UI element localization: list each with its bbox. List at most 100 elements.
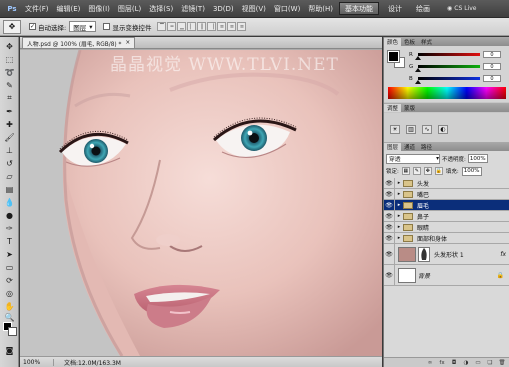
tab-channels[interactable]: 通道 — [401, 143, 418, 151]
tab-masks[interactable]: 蒙版 — [401, 104, 418, 112]
layer-row-hair-shape[interactable]: 👁 头发形状 1 fx — [384, 244, 509, 265]
menu-file[interactable]: 文件(F) — [21, 4, 53, 14]
type-tool-icon[interactable]: T — [3, 236, 16, 246]
quick-select-tool-icon[interactable]: ✎ — [3, 80, 16, 90]
eye-icon[interactable]: 👁 — [384, 178, 395, 188]
tab-color[interactable]: 颜色 — [384, 38, 402, 46]
status-zoom[interactable]: 100% — [20, 358, 54, 366]
slider-blue-value[interactable]: 0 — [483, 75, 501, 82]
slider-blue-thumb[interactable] — [415, 80, 421, 84]
move-tool-icon[interactable]: ✥ — [3, 41, 16, 51]
slider-green-thumb[interactable] — [415, 68, 421, 72]
tab-paths[interactable]: 路径 — [418, 143, 435, 151]
align-right-icon[interactable]: ▕ — [207, 22, 217, 31]
brightness-icon[interactable]: ☀ — [390, 125, 400, 134]
opacity-input[interactable]: 100% — [467, 154, 488, 163]
path-selection-tool-icon[interactable]: ➤ — [3, 249, 16, 259]
cs-live-button[interactable]: ◉ CS Live — [443, 3, 480, 15]
gradient-tool-icon[interactable]: ▤ — [3, 184, 16, 194]
menu-edit[interactable]: 编辑(E) — [53, 4, 85, 14]
distribute-middle-icon[interactable]: ≡ — [227, 22, 237, 31]
distribute-bottom-icon[interactable]: ≡ — [237, 22, 247, 31]
workspace-painting-button[interactable]: 绘画 — [411, 2, 435, 15]
quick-mask-icon[interactable]: ◙ — [3, 345, 16, 355]
show-transform-checkbox[interactable] — [103, 23, 111, 30]
auto-select-target-select[interactable]: 图层 ▾ — [69, 21, 97, 32]
eyedropper-tool-icon[interactable]: ✒ — [3, 106, 16, 116]
layer-row-eyes-group[interactable]: 👁 ▸ 眼睛 — [384, 222, 509, 233]
align-middle-icon[interactable]: ═ — [167, 22, 177, 31]
tab-swatches[interactable]: 色板 — [401, 38, 418, 46]
menu-view[interactable]: 视图(V) — [238, 4, 270, 14]
slider-green-track[interactable] — [415, 65, 480, 72]
distribute-top-icon[interactable]: ≡ — [217, 22, 227, 31]
lock-all-icon[interactable]: 🔒 — [434, 167, 443, 175]
align-bottom-icon[interactable]: ▁ — [177, 22, 187, 31]
tab-layers[interactable]: 图层 — [384, 143, 402, 151]
expand-triangle-icon[interactable]: ▸ — [395, 202, 403, 208]
eye-icon[interactable]: 👁 — [384, 244, 395, 264]
slider-green-value[interactable]: 0 — [483, 63, 501, 70]
slider-red[interactable]: R 0 — [409, 50, 507, 60]
3d-orbit-tool-icon[interactable]: ◎ — [3, 288, 16, 298]
new-layer-icon[interactable]: ❏ — [486, 359, 494, 366]
menu-filter[interactable]: 滤镜(T) — [177, 4, 209, 14]
lock-position-icon[interactable]: ✥ — [423, 167, 432, 175]
levels-icon[interactable]: ▥ — [406, 125, 416, 134]
layer-row-face-body-group[interactable]: 👁 ▸ 面部和身体 — [384, 233, 509, 244]
lasso-tool-icon[interactable]: ➰ — [3, 67, 16, 77]
tab-adjustments[interactable]: 调整 — [384, 104, 402, 112]
slider-blue[interactable]: B 0 — [409, 74, 507, 84]
slider-red-value[interactable]: 0 — [483, 51, 501, 58]
hand-tool-icon[interactable]: ✋ — [3, 301, 16, 311]
expand-triangle-icon[interactable]: ▸ — [395, 180, 403, 186]
blend-mode-select[interactable]: 穿透 ▾ — [386, 153, 440, 164]
lock-pixels-icon[interactable]: ✎ — [412, 167, 421, 175]
menu-help[interactable]: 帮助(H) — [304, 4, 337, 14]
adjustment-layer-icon[interactable]: ◑ — [462, 359, 470, 366]
dodge-tool-icon[interactable]: ● — [3, 210, 16, 220]
background-color-swatch[interactable] — [8, 327, 17, 336]
brush-tool-icon[interactable]: 🖌 — [3, 132, 16, 142]
new-group-icon[interactable]: ▭ — [474, 359, 482, 366]
menu-window[interactable]: 窗口(W) — [270, 4, 304, 14]
eye-icon[interactable]: 👁 — [384, 211, 395, 221]
workspace-design-button[interactable]: 设计 — [383, 2, 407, 15]
expand-triangle-icon[interactable]: ▸ — [395, 191, 403, 197]
eraser-tool-icon[interactable]: ▱ — [3, 171, 16, 181]
workspace-essentials-button[interactable]: 基本功能 — [339, 2, 380, 15]
menu-3d[interactable]: 3D(D) — [209, 5, 238, 13]
expand-triangle-icon[interactable]: ▸ — [395, 224, 403, 230]
layer-row-background[interactable]: 👁 背景 🔒 — [384, 265, 509, 286]
exposure-icon[interactable]: ◐ — [438, 125, 448, 134]
3d-rotate-tool-icon[interactable]: ⟳ — [3, 275, 16, 285]
fx-icon[interactable]: fx — [500, 251, 506, 258]
shape-tool-icon[interactable]: ▭ — [3, 262, 16, 272]
tool-preset-picker[interactable]: ✥ — [3, 19, 21, 34]
fill-input[interactable]: 100% — [461, 166, 482, 176]
eye-icon[interactable]: 👁 — [384, 233, 395, 243]
document-canvas[interactable]: 晶晶视觉 WWW.TLVI.NET — [20, 50, 382, 356]
delete-layer-icon[interactable]: 🗑 — [498, 359, 506, 366]
layer-row-hair-group[interactable]: 👁 ▸ 头发 — [384, 178, 509, 189]
layer-row-mouth-group[interactable]: 👁 ▸ 嘴巴 — [384, 189, 509, 200]
slider-red-thumb[interactable] — [415, 56, 421, 60]
zoom-tool-icon[interactable]: 🔍 — [3, 312, 16, 322]
history-brush-tool-icon[interactable]: ↺ — [3, 158, 16, 168]
panel-foreground-swatch[interactable] — [387, 50, 400, 63]
crop-tool-icon[interactable]: ⌗ — [3, 93, 16, 103]
align-left-icon[interactable]: ▏ — [187, 22, 197, 31]
layer-style-icon[interactable]: fx — [438, 359, 446, 366]
slider-green[interactable]: G 0 — [409, 62, 507, 72]
pen-tool-icon[interactable]: ✑ — [3, 223, 16, 233]
expand-triangle-icon[interactable]: ▸ — [395, 235, 403, 241]
menu-layer[interactable]: 图层(L) — [114, 4, 145, 14]
clone-stamp-tool-icon[interactable]: ⊥ — [3, 145, 16, 155]
close-icon[interactable]: × — [125, 40, 130, 46]
healing-brush-tool-icon[interactable]: ✚ — [3, 119, 16, 129]
align-center-icon[interactable]: ║ — [197, 22, 207, 31]
blur-tool-icon[interactable]: 💧 — [3, 197, 16, 207]
eye-icon[interactable]: 👁 — [384, 222, 395, 232]
slider-blue-track[interactable] — [415, 77, 480, 84]
menu-image[interactable]: 图像(I) — [84, 4, 114, 14]
